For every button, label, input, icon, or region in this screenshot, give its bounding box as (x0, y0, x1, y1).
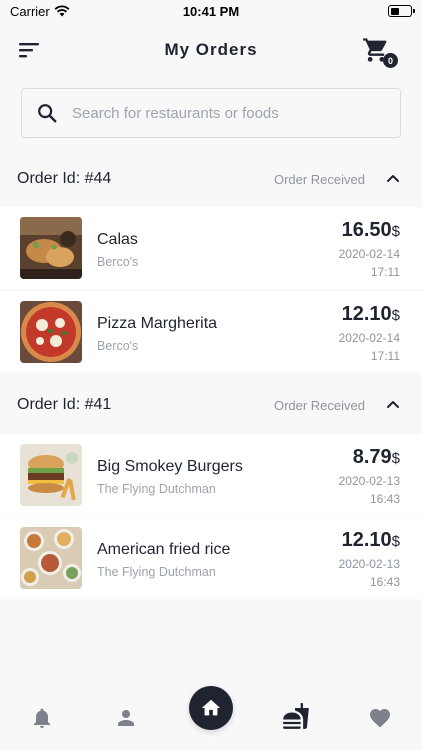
restaurant-name: The Flying Dutchman (97, 565, 216, 579)
search-icon (38, 104, 57, 123)
order-item-row[interactable]: Pizza Margherita Berco's 12.10$ 2020-02-… (0, 291, 422, 373)
chevron-up-icon[interactable] (386, 171, 400, 185)
currency-symbol: $ (391, 307, 400, 324)
status-bar: Carrier 10:41 PM (0, 0, 422, 22)
price-value: 12.10 (341, 303, 392, 325)
item-price: 12.10$ (342, 303, 400, 326)
price-value: 12.10 (341, 529, 392, 551)
restaurant-name: Berco's (97, 339, 139, 353)
item-price: 12.10$ (342, 529, 400, 552)
order-id: Order Id: #41 (17, 396, 112, 413)
home-icon (201, 699, 221, 716)
order-date: 2020-02-13 (338, 557, 400, 571)
order-date: 2020-02-14 (338, 247, 400, 261)
chevron-up-icon[interactable] (386, 397, 400, 411)
food-image (20, 527, 82, 589)
order-time: 17:11 (370, 349, 400, 363)
food-image (20, 301, 82, 363)
bell-icon[interactable] (30, 706, 54, 730)
wifi-icon (54, 5, 70, 17)
fastfood-icon[interactable] (282, 702, 310, 730)
order-date: 2020-02-13 (338, 474, 400, 488)
cart-button[interactable]: 0 (362, 36, 398, 68)
search-input[interactable] (72, 104, 400, 122)
order-time: 16:43 (369, 575, 400, 589)
order-item-row[interactable]: American fried rice The Flying Dutchman … (0, 517, 422, 599)
cart-count-badge: 0 (383, 53, 398, 68)
order-time: 16:43 (369, 492, 400, 506)
home-button[interactable] (189, 686, 233, 730)
order-id: Order Id: #44 (17, 170, 112, 187)
order-time: 17:11 (370, 265, 400, 279)
heart-icon[interactable] (368, 706, 392, 730)
order-item-row[interactable]: Calas Berco's 16.50$ 2020-02-14 17:11 (0, 207, 422, 289)
currency-symbol: $ (391, 450, 400, 467)
carrier-label: Carrier (10, 3, 50, 19)
currency-symbol: $ (391, 533, 400, 550)
page-title: My Orders (164, 40, 258, 59)
sort-menu-icon[interactable] (18, 41, 40, 59)
price-value: 8.79 (352, 446, 392, 468)
currency-symbol: $ (391, 223, 400, 240)
item-price: 8.79$ (353, 446, 400, 469)
order-status: Order Received (273, 397, 365, 413)
person-icon[interactable] (114, 706, 138, 730)
price-value: 16.50 (341, 219, 392, 241)
bottom-nav (0, 686, 422, 750)
food-image (20, 217, 82, 279)
item-name: Calas (97, 231, 138, 248)
order-header[interactable]: Order Id: #44 Order Received (0, 153, 422, 205)
item-name: American fried rice (97, 541, 231, 558)
order-status: Order Received (273, 171, 365, 187)
item-price: 16.50$ (342, 219, 400, 242)
header: My Orders 0 (0, 30, 422, 70)
restaurant-name: Berco's (97, 255, 139, 269)
order-item-row[interactable]: Big Smokey Burgers The Flying Dutchman 8… (0, 434, 422, 516)
restaurant-name: The Flying Dutchman (97, 482, 216, 496)
order-header[interactable]: Order Id: #41 Order Received (0, 379, 422, 431)
item-name: Pizza Margherita (97, 315, 218, 332)
status-left: Carrier (10, 4, 70, 19)
search-box (21, 88, 401, 138)
food-image (20, 444, 82, 506)
battery-icon (388, 5, 415, 17)
order-date: 2020-02-14 (338, 331, 400, 345)
item-name: Big Smokey Burgers (97, 458, 243, 475)
